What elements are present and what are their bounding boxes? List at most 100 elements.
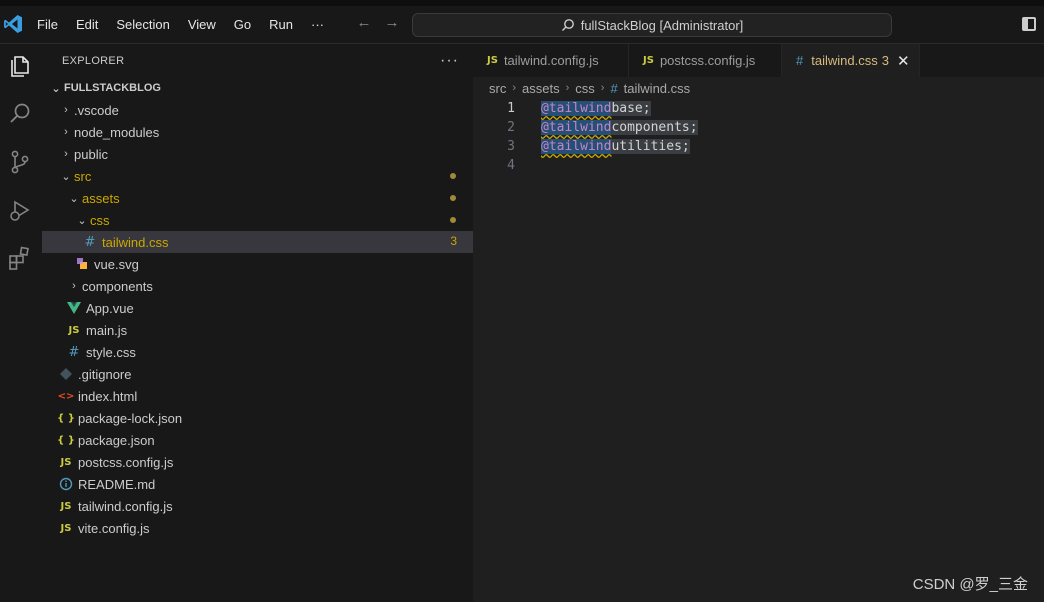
at-rule-keyword: @tailwind (541, 139, 612, 154)
breadcrumb: src › assets › css › # tailwind.css (473, 77, 1044, 99)
tree-item-label: vite.config.js (78, 520, 150, 536)
explorer-files-icon[interactable] (6, 52, 34, 80)
tree-item-index-html[interactable]: <> index.html (42, 385, 473, 407)
back-arrow-icon[interactable]: ← (355, 14, 373, 32)
tree-item-app-vue[interactable]: App.vue (42, 297, 473, 319)
at-rule-keyword: @tailwind (541, 120, 612, 135)
line-content: @tailwind components; (541, 118, 698, 137)
breadcrumb-item[interactable]: css (575, 81, 595, 96)
tree-item-public[interactable]: › public (42, 143, 473, 165)
tree-item-label: vue.svg (94, 256, 139, 272)
tree-item-postcss-config-js[interactable]: JS postcss.config.js (42, 451, 473, 473)
js-file-icon: JS (60, 500, 72, 512)
tree-item-style-css[interactable]: # style.css (42, 341, 473, 363)
editor-tabs: JS tailwind.config.js JS postcss.config.… (473, 44, 1044, 77)
chevron-right-icon: › (72, 280, 76, 292)
forward-arrow-icon[interactable]: → (383, 14, 401, 32)
menu-bar: File Edit Selection View Go Run ··· (28, 15, 333, 34)
tree-item-package-lock-json[interactable]: { } package-lock.json (42, 407, 473, 429)
tab-tailwind-css[interactable]: # tailwind.css 3 ✕ (782, 44, 920, 77)
tree-item-components[interactable]: › components (42, 275, 473, 297)
tree-item-main-js[interactable]: JS main.js (42, 319, 473, 341)
search-activity-icon[interactable] (6, 100, 34, 128)
breadcrumb-item[interactable]: assets (522, 81, 560, 96)
tree-item-label: main.js (86, 322, 128, 338)
code-line: 3 @tailwind utilities; (473, 137, 1044, 156)
tab-label: tailwind.config.js (503, 53, 599, 68)
menu-run[interactable]: Run (260, 15, 302, 34)
tree-item-vite-config-js[interactable]: JS vite.config.js (42, 517, 473, 539)
json-file-icon: { } (57, 434, 75, 446)
menu-selection[interactable]: Selection (107, 15, 178, 34)
menu-go[interactable]: Go (225, 15, 260, 34)
tab-label: postcss.config.js (659, 53, 756, 68)
json-file-icon: { } (57, 412, 75, 424)
run-debug-icon[interactable] (6, 196, 34, 224)
line-number: 2 (507, 120, 515, 135)
chevron-right-icon: › (64, 126, 68, 138)
tree-item-assets[interactable]: ⌄ assets (42, 187, 473, 209)
close-icon[interactable]: ✕ (897, 52, 910, 70)
toggle-sidebar-icon[interactable] (1022, 17, 1036, 31)
source-control-icon[interactable] (6, 148, 34, 176)
tree-item-label: components (82, 278, 153, 294)
tree-item-label: App.vue (86, 300, 134, 316)
modified-dot-icon (450, 217, 456, 223)
explorer-more-button[interactable]: ··· (440, 52, 459, 70)
tree-item-src[interactable]: ⌄ src (42, 165, 473, 187)
js-file-icon: JS (68, 324, 80, 336)
workspace-root[interactable]: ⌄ FULLSTACKBLOG (42, 77, 473, 99)
tree-item-vue-svg[interactable]: vue.svg (42, 253, 473, 275)
chevron-down-icon: ⌄ (77, 214, 87, 227)
modified-dot-icon (450, 173, 456, 179)
tree-item-gitignore[interactable]: .gitignore (42, 363, 473, 385)
tree-item-vscode[interactable]: › .vscode (42, 99, 473, 121)
js-file-icon: JS (60, 456, 72, 468)
css-file-icon: # (68, 344, 80, 360)
tree-item-readme-md[interactable]: README.md (42, 473, 473, 495)
tree-item-label: src (74, 168, 92, 184)
line-number: 1 (507, 101, 515, 116)
at-rule-keyword: @tailwind (541, 101, 612, 116)
css-file-icon: # (610, 80, 618, 96)
extensions-icon[interactable] (6, 244, 34, 272)
info-file-icon (59, 477, 73, 491)
tree-item-label: node_modules (74, 124, 160, 140)
tree-item-label: README.md (78, 476, 156, 492)
chevron-down-icon: ⌄ (61, 170, 71, 183)
js-file-icon: JS (60, 522, 72, 534)
menu-edit[interactable]: Edit (67, 15, 107, 34)
chevron-right-icon: › (512, 82, 517, 94)
tree-item-tailwind-css[interactable]: # tailwind.css 3 (42, 231, 473, 253)
breadcrumb-item[interactable]: tailwind.css (624, 81, 690, 96)
line-content: @tailwind base; (541, 99, 651, 118)
tree-item-css[interactable]: ⌄ css (42, 209, 473, 231)
chevron-down-icon: ⌄ (69, 192, 79, 205)
tree-item-package-json[interactable]: { } package.json (42, 429, 473, 451)
search-icon (561, 19, 574, 31)
html-file-icon: <> (57, 390, 75, 402)
tab-postcss-config-js[interactable]: JS postcss.config.js (629, 44, 782, 77)
editor-area[interactable]: src › assets › css › # tailwind.css 1 @t… (473, 77, 1044, 602)
chevron-right-icon: › (64, 104, 68, 116)
tree-item-tailwind-config-js[interactable]: JS tailwind.config.js (42, 495, 473, 517)
code-view[interactable]: 1 @tailwind base; 2 @tailwind components… (473, 99, 1044, 175)
menu-more-button[interactable]: ··· (302, 15, 333, 34)
tree-item-label: .gitignore (78, 366, 132, 382)
tab-tailwind-config-js[interactable]: JS tailwind.config.js (473, 44, 629, 77)
code-line: 4 (473, 156, 1044, 175)
tree-item-node-modules[interactable]: › node_modules (42, 121, 473, 143)
menu-view[interactable]: View (179, 15, 225, 34)
menu-file[interactable]: File (28, 15, 67, 34)
command-center[interactable]: fullStackBlog [Administrator] (412, 13, 892, 37)
explorer-title: EXPLORER (62, 54, 125, 67)
line-content: @tailwind utilities; (541, 137, 690, 156)
chevron-down-icon: ⌄ (51, 82, 61, 95)
tree-item-label: assets (82, 190, 120, 206)
tree-item-label: postcss.config.js (78, 454, 174, 470)
chevron-right-icon: › (565, 82, 570, 94)
breadcrumb-item[interactable]: src (489, 81, 506, 96)
js-file-icon: JS (643, 55, 654, 66)
activity-bar (0, 44, 42, 602)
css-file-icon: # (796, 53, 804, 68)
